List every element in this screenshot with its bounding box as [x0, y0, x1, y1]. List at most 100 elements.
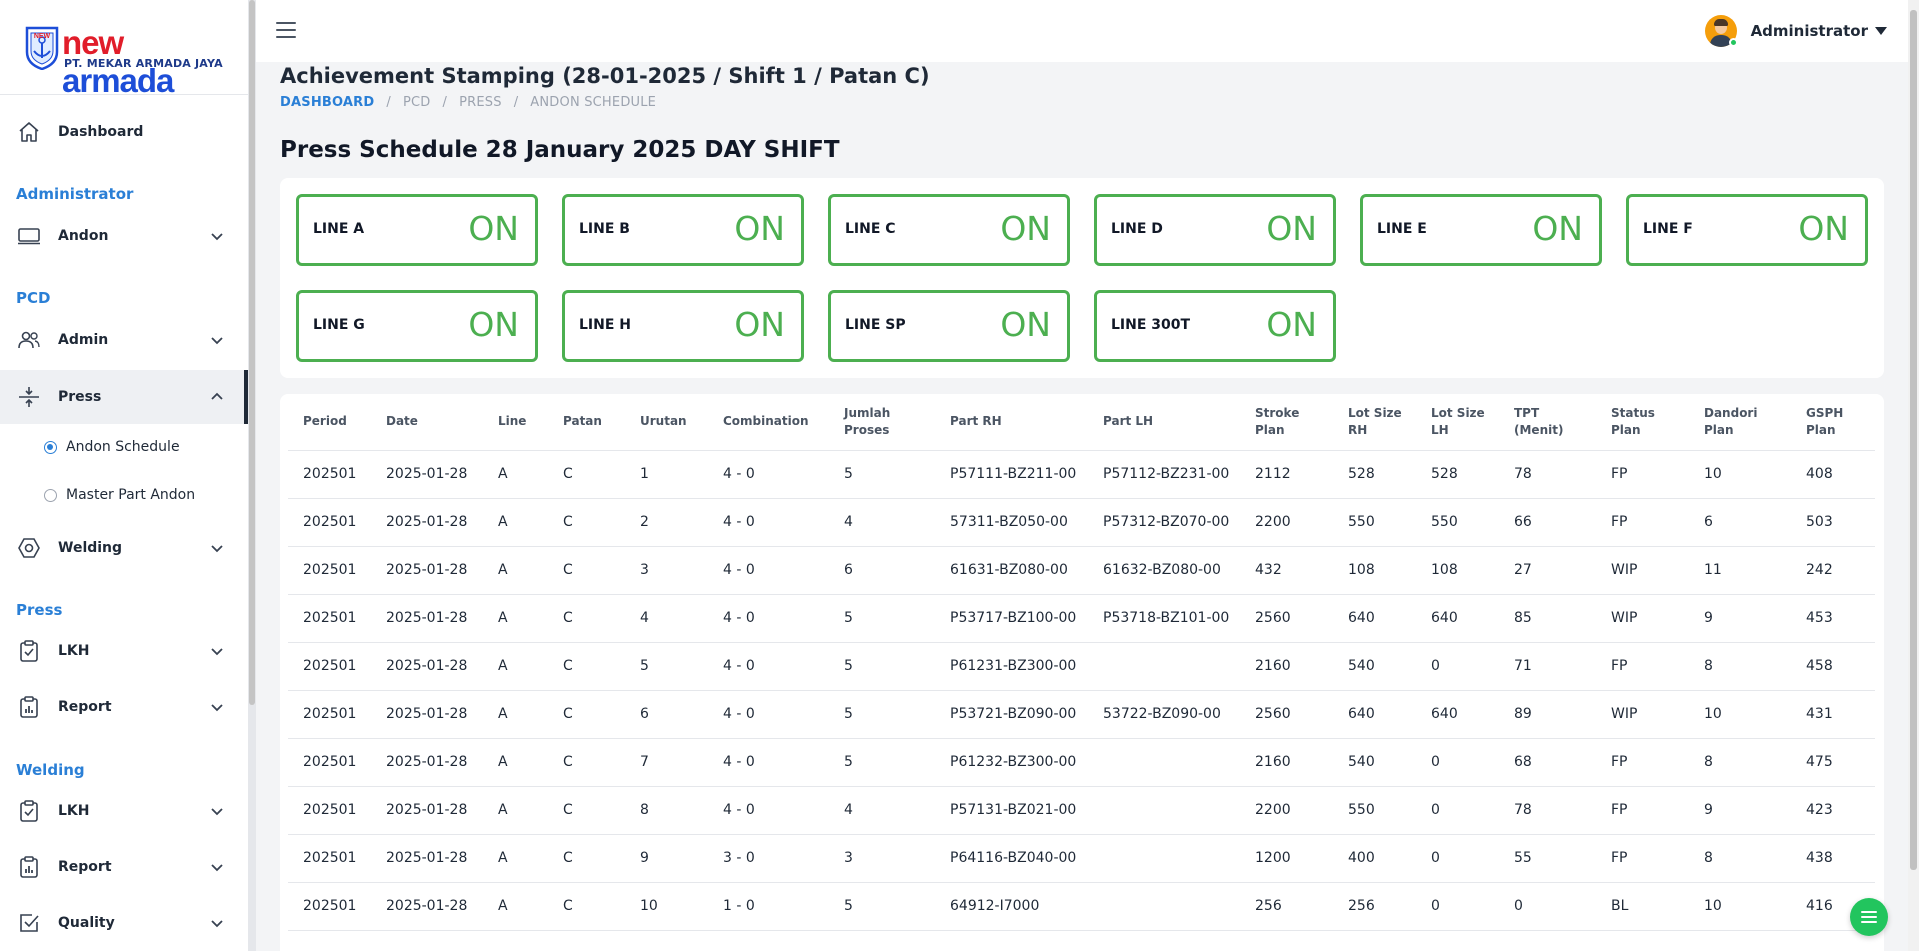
table-cell: 2025-01-28: [371, 738, 483, 787]
line-name: LINE C: [845, 221, 896, 237]
table-cell: 256: [1240, 882, 1333, 931]
breadcrumb-dashboard[interactable]: DASHBOARD: [280, 95, 374, 110]
page-scrollbar-thumb[interactable]: [1910, 10, 1917, 870]
table-cell: 8: [1689, 834, 1791, 883]
column-header[interactable]: Jumlah Proses: [829, 394, 935, 451]
table-row[interactable]: 202501 2025-01-28 A C 8 4 - 0 4 P57131-BZ021-00…: [288, 786, 1875, 835]
table-cell: 10: [1689, 690, 1791, 739]
column-header[interactable]: Lot Size LH: [1416, 394, 1499, 451]
users-icon: [18, 331, 40, 349]
line-card-g[interactable]: LINE G ON: [296, 290, 538, 362]
column-header[interactable]: Stroke Plan: [1240, 394, 1333, 451]
table-cell: 2560: [1240, 594, 1333, 643]
radio-selected-icon: [44, 440, 57, 454]
line-card-a[interactable]: LINE A ON: [296, 194, 538, 266]
table-cell: 400: [1333, 834, 1416, 883]
column-header[interactable]: Part RH: [935, 394, 1088, 451]
column-header[interactable]: Patan: [548, 394, 625, 451]
sidebar-item-andon[interactable]: Andon: [0, 211, 248, 261]
chevron-down-icon: [211, 864, 223, 872]
sidebar-subitem-master-part-andon[interactable]: Master Part Andon: [0, 473, 248, 517]
table-cell: 528: [1416, 450, 1499, 499]
sidebar-item-quality[interactable]: Quality: [0, 898, 248, 948]
sidebar-scrollbar-thumb[interactable]: [249, 0, 255, 705]
line-card-f[interactable]: LINE F ON: [1626, 194, 1868, 266]
section-welding: Welding: [16, 761, 85, 779]
sidebar-item-welding-lkh[interactable]: LKH: [0, 786, 248, 836]
table-cell: C: [548, 738, 625, 787]
line-card-300t[interactable]: LINE 300T ON: [1094, 290, 1336, 362]
table-cell: 1: [625, 450, 708, 499]
table-row[interactable]: 202501 2025-01-28 A C 7 4 - 0 5 P61232-BZ300-00…: [288, 738, 1875, 787]
column-header[interactable]: Urutan: [625, 394, 708, 451]
line-card-e[interactable]: LINE E ON: [1360, 194, 1602, 266]
sidebar-item-admin[interactable]: Admin: [0, 315, 248, 365]
section-press: Press: [16, 601, 63, 619]
caret-down-icon: [1875, 27, 1887, 35]
table-cell: 242: [1791, 546, 1875, 595]
table-row[interactable]: 202501 2025-01-28 A C 6 4 - 0 5 P53721-BZ090-00…: [288, 690, 1875, 739]
table-cell: 2200: [1240, 786, 1333, 835]
breadcrumb-press[interactable]: PRESS: [459, 95, 502, 110]
table-cell: 202501: [288, 882, 371, 931]
table-cell: 1 - 0: [708, 882, 829, 931]
column-header[interactable]: Date: [371, 394, 483, 451]
company-name: PT. MEKAR ARMADA JAYA: [64, 57, 223, 70]
sidebar-item-label: LKH: [58, 803, 90, 819]
table-row[interactable]: 202501 2025-01-28 A C 1 4 - 0 5 P57111-BZ211-00…: [288, 450, 1875, 499]
line-card-b[interactable]: LINE B ON: [562, 194, 804, 266]
line-card-c[interactable]: LINE C ON: [828, 194, 1070, 266]
table-cell: FP: [1596, 834, 1689, 883]
table-cell: WIP: [1596, 546, 1689, 595]
sidebar-item-dashboard[interactable]: Dashboard: [0, 107, 248, 157]
sidebar-scrollbar[interactable]: [248, 0, 256, 951]
table-row[interactable]: 202501 2025-01-28 A C 5 4 - 0 5 P61231-BZ300-00…: [288, 642, 1875, 691]
column-header[interactable]: Part LH: [1088, 394, 1240, 451]
column-header[interactable]: Line: [483, 394, 548, 451]
table-row[interactable]: 202501 2025-01-28 A C 2 4 - 0 4 57311-BZ050-00 P…: [288, 498, 1875, 547]
armada-emblem-icon: NEW: [25, 26, 59, 70]
sidebar-item-press-lkh[interactable]: LKH: [0, 626, 248, 676]
table-cell: 2025-01-28: [371, 882, 483, 931]
table-cell: 53722-BZ090-00: [1088, 690, 1240, 739]
table-row[interactable]: 202501 2025-01-28 A C 3 4 - 0 6 61631-BZ080-00 6…: [288, 546, 1875, 595]
column-header[interactable]: GSPH Plan: [1791, 394, 1875, 451]
sidebar-item-press[interactable]: Press: [0, 370, 248, 424]
sidebar-item-welding-report[interactable]: Report: [0, 842, 248, 892]
user-menu[interactable]: Administrator: [1704, 15, 1887, 47]
column-header[interactable]: Combination: [708, 394, 829, 451]
table-row[interactable]: 202501 2025-01-28 A C 4 4 - 0 5 P53717-BZ100-00…: [288, 594, 1875, 643]
line-card-sp[interactable]: LINE SP ON: [828, 290, 1070, 362]
page-scrollbar[interactable]: [1908, 0, 1919, 951]
table-cell: 7: [625, 738, 708, 787]
table-cell: 6: [1689, 498, 1791, 547]
column-header[interactable]: Dandori Plan: [1689, 394, 1791, 451]
table-row[interactable]: 202501 2025-01-28 A C 9 3 - 0 3 P64116-BZ040-00…: [288, 834, 1875, 883]
sidebar-item-label: Press: [58, 389, 102, 405]
breadcrumb-separator: /: [386, 95, 391, 110]
table-cell: 9: [1689, 594, 1791, 643]
company-logo[interactable]: NEW new armada PT. MEKAR ARMADA JAYA: [24, 24, 224, 99]
table-cell: 4 - 0: [708, 738, 829, 787]
section-pcd: PCD: [16, 289, 51, 307]
table-row[interactable]: 202501 2025-01-28 A C 10 1 - 0 5 64912-I7000 256…: [288, 882, 1875, 931]
line-card-d[interactable]: LINE D ON: [1094, 194, 1336, 266]
sidebar-item-welding[interactable]: Welding: [0, 523, 248, 573]
menu-toggle-icon[interactable]: [276, 22, 296, 38]
line-card-h[interactable]: LINE H ON: [562, 290, 804, 362]
table-cell: 2025-01-28: [371, 546, 483, 595]
line-status: ON: [734, 209, 785, 248]
sidebar-subitem-andon-schedule[interactable]: Andon Schedule: [0, 425, 248, 469]
sidebar-item-label: Dashboard: [58, 124, 144, 140]
table-cell: A: [483, 690, 548, 739]
sidebar-item-press-report[interactable]: Report: [0, 682, 248, 732]
column-header[interactable]: Period: [288, 394, 371, 451]
column-header[interactable]: Lot Size RH: [1333, 394, 1416, 451]
table-cell: A: [483, 738, 548, 787]
column-header[interactable]: TPT (Menit): [1499, 394, 1596, 451]
floating-menu-button[interactable]: [1850, 898, 1888, 936]
table-cell: 202501: [288, 594, 371, 643]
column-header[interactable]: Status Plan: [1596, 394, 1689, 451]
breadcrumb-pcd[interactable]: PCD: [403, 95, 431, 110]
line-name: LINE E: [1377, 221, 1427, 237]
